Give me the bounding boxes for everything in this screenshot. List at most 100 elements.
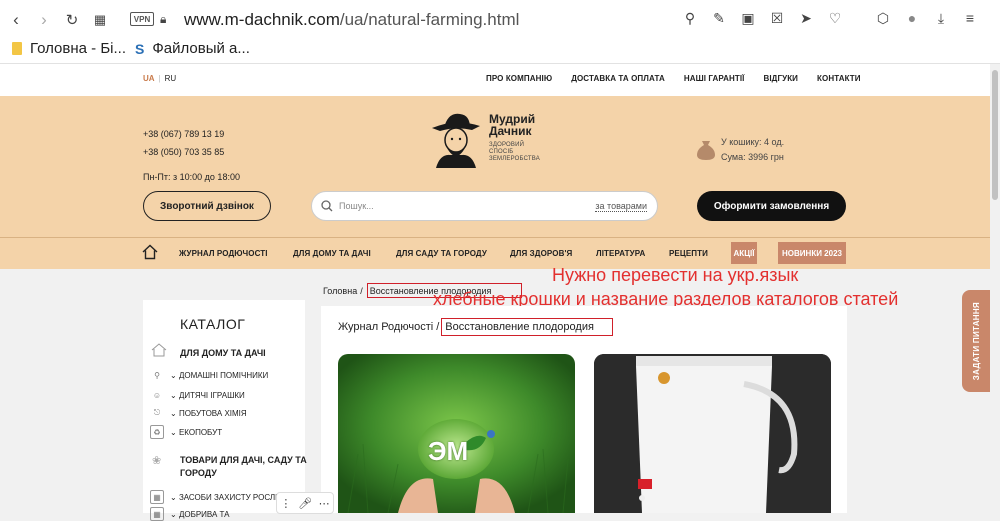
forward-icon[interactable]: › <box>34 10 54 30</box>
page-scrollbar[interactable] <box>990 64 1000 513</box>
bookmark-item[interactable]: S Файловый а... <box>135 40 250 57</box>
callback-button[interactable]: Зворотний дзвінок <box>143 191 271 221</box>
catalog-item-text: ДИТЯЧІ ІГРАШКИ <box>178 390 245 400</box>
logo-title[interactable]: Мудрий Дачник <box>489 113 535 137</box>
catalog-item[interactable]: ♻ ⌄ ЕКОПОБУТ <box>150 425 222 439</box>
phone-2[interactable]: +38 (050) 703 35 85 <box>143 147 224 157</box>
menu-recipes[interactable]: РЕЦЕПТИ <box>669 249 708 258</box>
catalog-item-text: ПОБУТОВА ХІМІЯ <box>178 408 247 418</box>
ask-question-label: ЗАДАТИ ПИТАННЯ <box>971 301 981 381</box>
url-domain: www.m-dachnik.com <box>184 10 340 29</box>
annotation-line-1: Нужно перевести на укр.язык <box>552 265 799 285</box>
catalog-item-text: ЕКОПОБУТ <box>178 427 223 437</box>
microphone-icon[interactable]: 🎤︎ <box>298 497 312 510</box>
address-bar[interactable]: www.m-dachnik.com/ua/natural-farming.htm… <box>184 10 519 30</box>
language-switcher: UA | RU <box>143 74 176 83</box>
menu-icon[interactable]: ≡ <box>962 10 978 27</box>
bottle-icon: ⎋ <box>153 408 161 417</box>
toy-icon: ☺ <box>152 390 162 400</box>
speed-dial-icon[interactable]: ▦ <box>90 10 110 30</box>
catalog-title: КАТАЛОГ <box>180 316 246 332</box>
catalog-item[interactable]: ⚲ ⌄ ДОМАШНІ ПОМІЧНИКИ <box>150 368 268 382</box>
ask-question-tab[interactable]: ЗАДАТИ ПИТАННЯ <box>962 290 990 392</box>
menu-home-dacha[interactable]: ДЛЯ ДОМУ ТА ДАЧІ <box>293 249 371 258</box>
catalog-item-label: ⌄ ДОБРИВА ТА <box>170 509 230 519</box>
house-icon <box>151 343 167 357</box>
top-menu-contacts[interactable]: КОНТАКТИ <box>817 74 861 83</box>
checkout-button[interactable]: Оформити замовлення <box>697 191 846 221</box>
home-icon[interactable] <box>142 244 158 260</box>
shield-icon[interactable]: ☒ <box>769 10 785 27</box>
top-menu: ПРО КОМПАНІЮ ДОСТАВКА ТА ОПЛАТА НАШІ ГАР… <box>486 74 861 83</box>
catalog-section-garden[interactable]: ТОВАРИ ДЛЯ ДАЧІ, САДУ ТА ГОРОДУ <box>180 454 307 480</box>
download-icon[interactable]: ⤓ <box>933 10 949 27</box>
back-icon[interactable]: ‹ <box>6 10 26 30</box>
cube-icon[interactable]: ⬡ <box>875 10 891 27</box>
cart-count[interactable]: У кошику: 4 од. <box>721 137 784 147</box>
top-menu-reviews[interactable]: ВІДГУКИ <box>763 74 798 83</box>
lang-ua[interactable]: UA <box>143 74 155 83</box>
send-icon[interactable]: ➤ <box>798 10 814 27</box>
sprout-icon: ❀ <box>152 455 162 467</box>
camera-icon[interactable]: ▣ <box>740 10 756 27</box>
logo-sub-line: СПОСІБ <box>489 149 514 155</box>
catalog-item-label: ⌄ ЗАСОБИ ЗАХИСТУ РОСЛИН <box>170 492 287 502</box>
bookmark-icon <box>12 42 22 55</box>
catalog-section-home[interactable]: ДЛЯ ДОМУ ТА ДАЧІ <box>180 347 266 360</box>
catalog-item[interactable]: ▦ ⌄ ДОБРИВА ТА <box>150 507 230 521</box>
bookmark-label: Файловый а... <box>152 40 250 57</box>
edit-icon[interactable]: ✎ <box>711 10 727 27</box>
lock-icon[interactable]: 🔒︎ <box>160 12 166 27</box>
lang-ru[interactable]: RU <box>165 74 177 83</box>
top-menu-guarantees[interactable]: НАШІ ГАРАНТІЇ <box>684 74 745 83</box>
catalog-item-text: ДОМАШНІ ПОМІЧНИКИ <box>178 370 269 380</box>
logo-face-icon[interactable] <box>430 108 482 168</box>
cart-sum[interactable]: Сума: 3996 грн <box>721 152 784 162</box>
menu-sales-badge[interactable]: АКЦІЇ <box>731 242 757 264</box>
content-title-current: Восстановление плодородия <box>441 318 614 336</box>
menu-new-badge[interactable]: НОВИНКИ 2023 <box>778 242 846 264</box>
search-input[interactable]: Пошук... <box>339 201 595 211</box>
browser-actions: ⚲ ✎ ▣ ☒ ➤ ♡ ⬡ ● ⤓ ≡ <box>682 10 978 27</box>
bookmark-icon: S <box>135 40 145 57</box>
lang-separator: | <box>158 74 161 83</box>
url-path: /ua/natural-farming.html <box>339 10 520 29</box>
catalog-item[interactable]: ▦ ⌄ ЗАСОБИ ЗАХИСТУ РОСЛИН <box>150 490 287 504</box>
menu-garden[interactable]: ДЛЯ САДУ ТА ГОРОДУ <box>396 249 487 258</box>
menu-literature[interactable]: ЛІТЕРАТУРА <box>596 249 645 258</box>
breadcrumb-separator: / <box>360 285 363 296</box>
menu-journal[interactable]: ЖУРНАЛ РОДЮЧОСТІ <box>179 249 268 258</box>
bookmark-item[interactable]: Головна - Бі... <box>12 40 126 57</box>
content-title-prefix: Журнал Родючості / <box>338 321 440 333</box>
catalog-item-label: ⌄ ДОМАШНІ ПОМІЧНИКИ <box>170 370 269 380</box>
scrollbar-thumb[interactable] <box>992 70 998 200</box>
profile-icon[interactable]: ● <box>904 10 920 27</box>
menu-health[interactable]: ДЛЯ ЗДОРОВ'Я <box>510 249 572 258</box>
catalog-item-label: ⌄ ДИТЯЧІ ІГРАШКИ <box>170 390 245 400</box>
cart-bag-icon[interactable] <box>696 137 716 161</box>
catalog-item[interactable]: ⎋ ⌄ ПОБУТОВА ХІМІЯ <box>150 406 247 420</box>
catalog-item-label: ⌄ ЕКОПОБУТ <box>170 427 223 437</box>
heart-icon[interactable]: ♡ <box>827 10 843 27</box>
article-image-bucket[interactable] <box>594 354 831 513</box>
more-icon[interactable]: ⋯ <box>319 497 330 510</box>
reload-icon[interactable]: ↻ <box>62 10 82 30</box>
search-scope-toggle[interactable]: за товарами <box>595 201 647 212</box>
vpn-badge[interactable]: VPN <box>130 12 154 26</box>
top-menu-about[interactable]: ПРО КОМПАНІЮ <box>486 74 552 83</box>
search-box[interactable]: Пошук... за товарами <box>311 191 658 221</box>
bookmark-label: Головна - Бі... <box>30 40 126 57</box>
working-hours: Пн-Пт: з 10:00 до 18:00 <box>143 172 240 182</box>
article-image-em-text: ЭМ <box>428 436 469 466</box>
top-menu-delivery[interactable]: ДОСТАВКА ТА ОПЛАТА <box>571 74 665 83</box>
article-image-em[interactable]: ЭМ <box>338 354 575 513</box>
floating-input-toolbar: ⋮ 🎤︎ ⋯ <box>276 492 334 514</box>
breadcrumb-home[interactable]: Головна <box>323 286 357 296</box>
catalog-section-line: ТОВАРИ ДЛЯ ДАЧІ, САДУ ТА <box>180 455 307 465</box>
catalog-item[interactable]: ☺ ⌄ ДИТЯЧІ ІГРАШКИ <box>150 388 245 402</box>
protection-icon: ▦ <box>150 490 164 504</box>
article-image-bucket-graphic <box>594 354 831 513</box>
drag-handle-icon[interactable]: ⋮ <box>280 497 291 510</box>
search-icon[interactable]: ⚲ <box>682 10 698 27</box>
phone-1[interactable]: +38 (067) 789 13 19 <box>143 129 224 139</box>
